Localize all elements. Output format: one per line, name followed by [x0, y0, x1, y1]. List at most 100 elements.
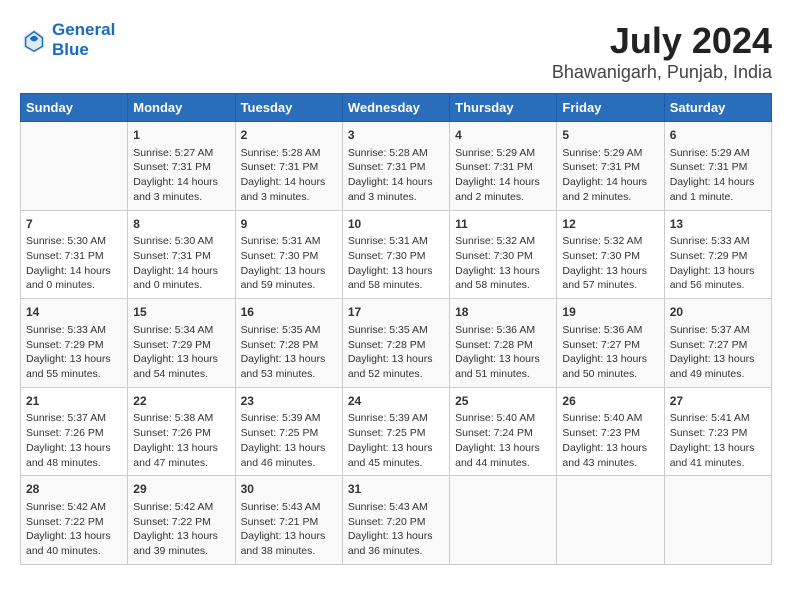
day-number: 14	[26, 304, 122, 321]
day-info-line: Daylight: 14 hours	[133, 264, 229, 279]
day-info-line: and 51 minutes.	[455, 367, 551, 382]
day-number: 27	[670, 393, 766, 410]
day-number: 20	[670, 304, 766, 321]
day-info-line: Sunrise: 5:36 AM	[562, 323, 658, 338]
day-info-line: Daylight: 13 hours	[670, 441, 766, 456]
day-info-line: and 54 minutes.	[133, 367, 229, 382]
calendar-cell: 4Sunrise: 5:29 AMSunset: 7:31 PMDaylight…	[450, 122, 557, 211]
header: General Blue July 2024 Bhawanigarh, Punj…	[20, 20, 772, 83]
day-info-line: Sunset: 7:29 PM	[670, 249, 766, 264]
day-number: 7	[26, 216, 122, 233]
day-info-line: Sunrise: 5:32 AM	[455, 234, 551, 249]
title-block: July 2024 Bhawanigarh, Punjab, India	[552, 20, 772, 83]
page-subtitle: Bhawanigarh, Punjab, India	[552, 62, 772, 83]
calendar-cell: 14Sunrise: 5:33 AMSunset: 7:29 PMDayligh…	[21, 299, 128, 388]
calendar-cell: 13Sunrise: 5:33 AMSunset: 7:29 PMDayligh…	[664, 210, 771, 299]
day-info-line: Sunrise: 5:35 AM	[241, 323, 337, 338]
day-info-line: Sunrise: 5:39 AM	[348, 411, 444, 426]
calendar-cell: 12Sunrise: 5:32 AMSunset: 7:30 PMDayligh…	[557, 210, 664, 299]
day-info-line: Sunrise: 5:31 AM	[348, 234, 444, 249]
day-info-line: and 40 minutes.	[26, 544, 122, 559]
day-info-line: Sunset: 7:31 PM	[455, 160, 551, 175]
day-number: 15	[133, 304, 229, 321]
day-info-line: Daylight: 13 hours	[241, 441, 337, 456]
day-number: 10	[348, 216, 444, 233]
day-info-line: Sunset: 7:22 PM	[133, 515, 229, 530]
day-info-line: Sunset: 7:28 PM	[348, 338, 444, 353]
day-info-line: Daylight: 13 hours	[133, 529, 229, 544]
day-info-line: and 44 minutes.	[455, 456, 551, 471]
day-number: 30	[241, 481, 337, 498]
day-info-line: Sunset: 7:31 PM	[670, 160, 766, 175]
page-title: July 2024	[552, 20, 772, 62]
day-info-line: Sunset: 7:31 PM	[348, 160, 444, 175]
day-info-line: Sunset: 7:27 PM	[562, 338, 658, 353]
day-info-line: Sunset: 7:29 PM	[26, 338, 122, 353]
day-info-line: Sunrise: 5:34 AM	[133, 323, 229, 338]
day-info-line: Sunrise: 5:33 AM	[670, 234, 766, 249]
day-info-line: Daylight: 13 hours	[348, 529, 444, 544]
week-row-3: 14Sunrise: 5:33 AMSunset: 7:29 PMDayligh…	[21, 299, 772, 388]
day-info-line: and 2 minutes.	[455, 190, 551, 205]
calendar-cell: 7Sunrise: 5:30 AMSunset: 7:31 PMDaylight…	[21, 210, 128, 299]
day-info-line: and 48 minutes.	[26, 456, 122, 471]
day-info-line: Daylight: 14 hours	[455, 175, 551, 190]
day-number: 3	[348, 127, 444, 144]
day-info-line: Sunrise: 5:38 AM	[133, 411, 229, 426]
day-info-line: and 38 minutes.	[241, 544, 337, 559]
day-number: 22	[133, 393, 229, 410]
day-number: 21	[26, 393, 122, 410]
day-info-line: Daylight: 13 hours	[670, 352, 766, 367]
day-info-line: Sunset: 7:30 PM	[562, 249, 658, 264]
day-info-line: Daylight: 13 hours	[26, 529, 122, 544]
column-header-tuesday: Tuesday	[235, 94, 342, 122]
day-info-line: Sunset: 7:27 PM	[670, 338, 766, 353]
day-info-line: and 46 minutes.	[241, 456, 337, 471]
day-info-line: Sunrise: 5:43 AM	[241, 500, 337, 515]
day-info-line: Sunrise: 5:35 AM	[348, 323, 444, 338]
day-info-line: Sunrise: 5:42 AM	[26, 500, 122, 515]
day-number: 8	[133, 216, 229, 233]
day-info-line: and 1 minute.	[670, 190, 766, 205]
day-info-line: Daylight: 14 hours	[562, 175, 658, 190]
day-info-line: Daylight: 14 hours	[670, 175, 766, 190]
day-info-line: and 3 minutes.	[348, 190, 444, 205]
day-info-line: Sunrise: 5:36 AM	[455, 323, 551, 338]
calendar-cell: 23Sunrise: 5:39 AMSunset: 7:25 PMDayligh…	[235, 387, 342, 476]
day-info-line: Daylight: 14 hours	[348, 175, 444, 190]
day-info-line: Sunset: 7:21 PM	[241, 515, 337, 530]
day-info-line: and 0 minutes.	[26, 278, 122, 293]
day-info-line: Sunset: 7:25 PM	[241, 426, 337, 441]
day-info-line: and 52 minutes.	[348, 367, 444, 382]
day-number: 5	[562, 127, 658, 144]
day-info-line: and 49 minutes.	[670, 367, 766, 382]
calendar-body: 1Sunrise: 5:27 AMSunset: 7:31 PMDaylight…	[21, 122, 772, 565]
day-info-line: and 55 minutes.	[26, 367, 122, 382]
day-info-line: Sunset: 7:26 PM	[133, 426, 229, 441]
week-row-4: 21Sunrise: 5:37 AMSunset: 7:26 PMDayligh…	[21, 387, 772, 476]
calendar-header: SundayMondayTuesdayWednesdayThursdayFrid…	[21, 94, 772, 122]
day-info-line: Sunrise: 5:30 AM	[26, 234, 122, 249]
day-info-line: and 36 minutes.	[348, 544, 444, 559]
day-info-line: Daylight: 14 hours	[133, 175, 229, 190]
day-info-line: Sunrise: 5:28 AM	[241, 146, 337, 161]
day-info-line: Sunset: 7:30 PM	[348, 249, 444, 264]
day-info-line: Sunset: 7:31 PM	[562, 160, 658, 175]
calendar-cell: 18Sunrise: 5:36 AMSunset: 7:28 PMDayligh…	[450, 299, 557, 388]
calendar-cell: 21Sunrise: 5:37 AMSunset: 7:26 PMDayligh…	[21, 387, 128, 476]
column-header-monday: Monday	[128, 94, 235, 122]
header-row: SundayMondayTuesdayWednesdayThursdayFrid…	[21, 94, 772, 122]
calendar-cell: 5Sunrise: 5:29 AMSunset: 7:31 PMDaylight…	[557, 122, 664, 211]
day-info-line: Sunset: 7:29 PM	[133, 338, 229, 353]
day-info-line: Sunrise: 5:39 AM	[241, 411, 337, 426]
calendar-cell	[557, 476, 664, 565]
calendar-cell: 31Sunrise: 5:43 AMSunset: 7:20 PMDayligh…	[342, 476, 449, 565]
day-info-line: Sunset: 7:31 PM	[241, 160, 337, 175]
day-info-line: and 43 minutes.	[562, 456, 658, 471]
calendar-cell: 3Sunrise: 5:28 AMSunset: 7:31 PMDaylight…	[342, 122, 449, 211]
day-info-line: Sunset: 7:20 PM	[348, 515, 444, 530]
calendar-cell	[664, 476, 771, 565]
day-number: 16	[241, 304, 337, 321]
day-number: 12	[562, 216, 658, 233]
week-row-5: 28Sunrise: 5:42 AMSunset: 7:22 PMDayligh…	[21, 476, 772, 565]
